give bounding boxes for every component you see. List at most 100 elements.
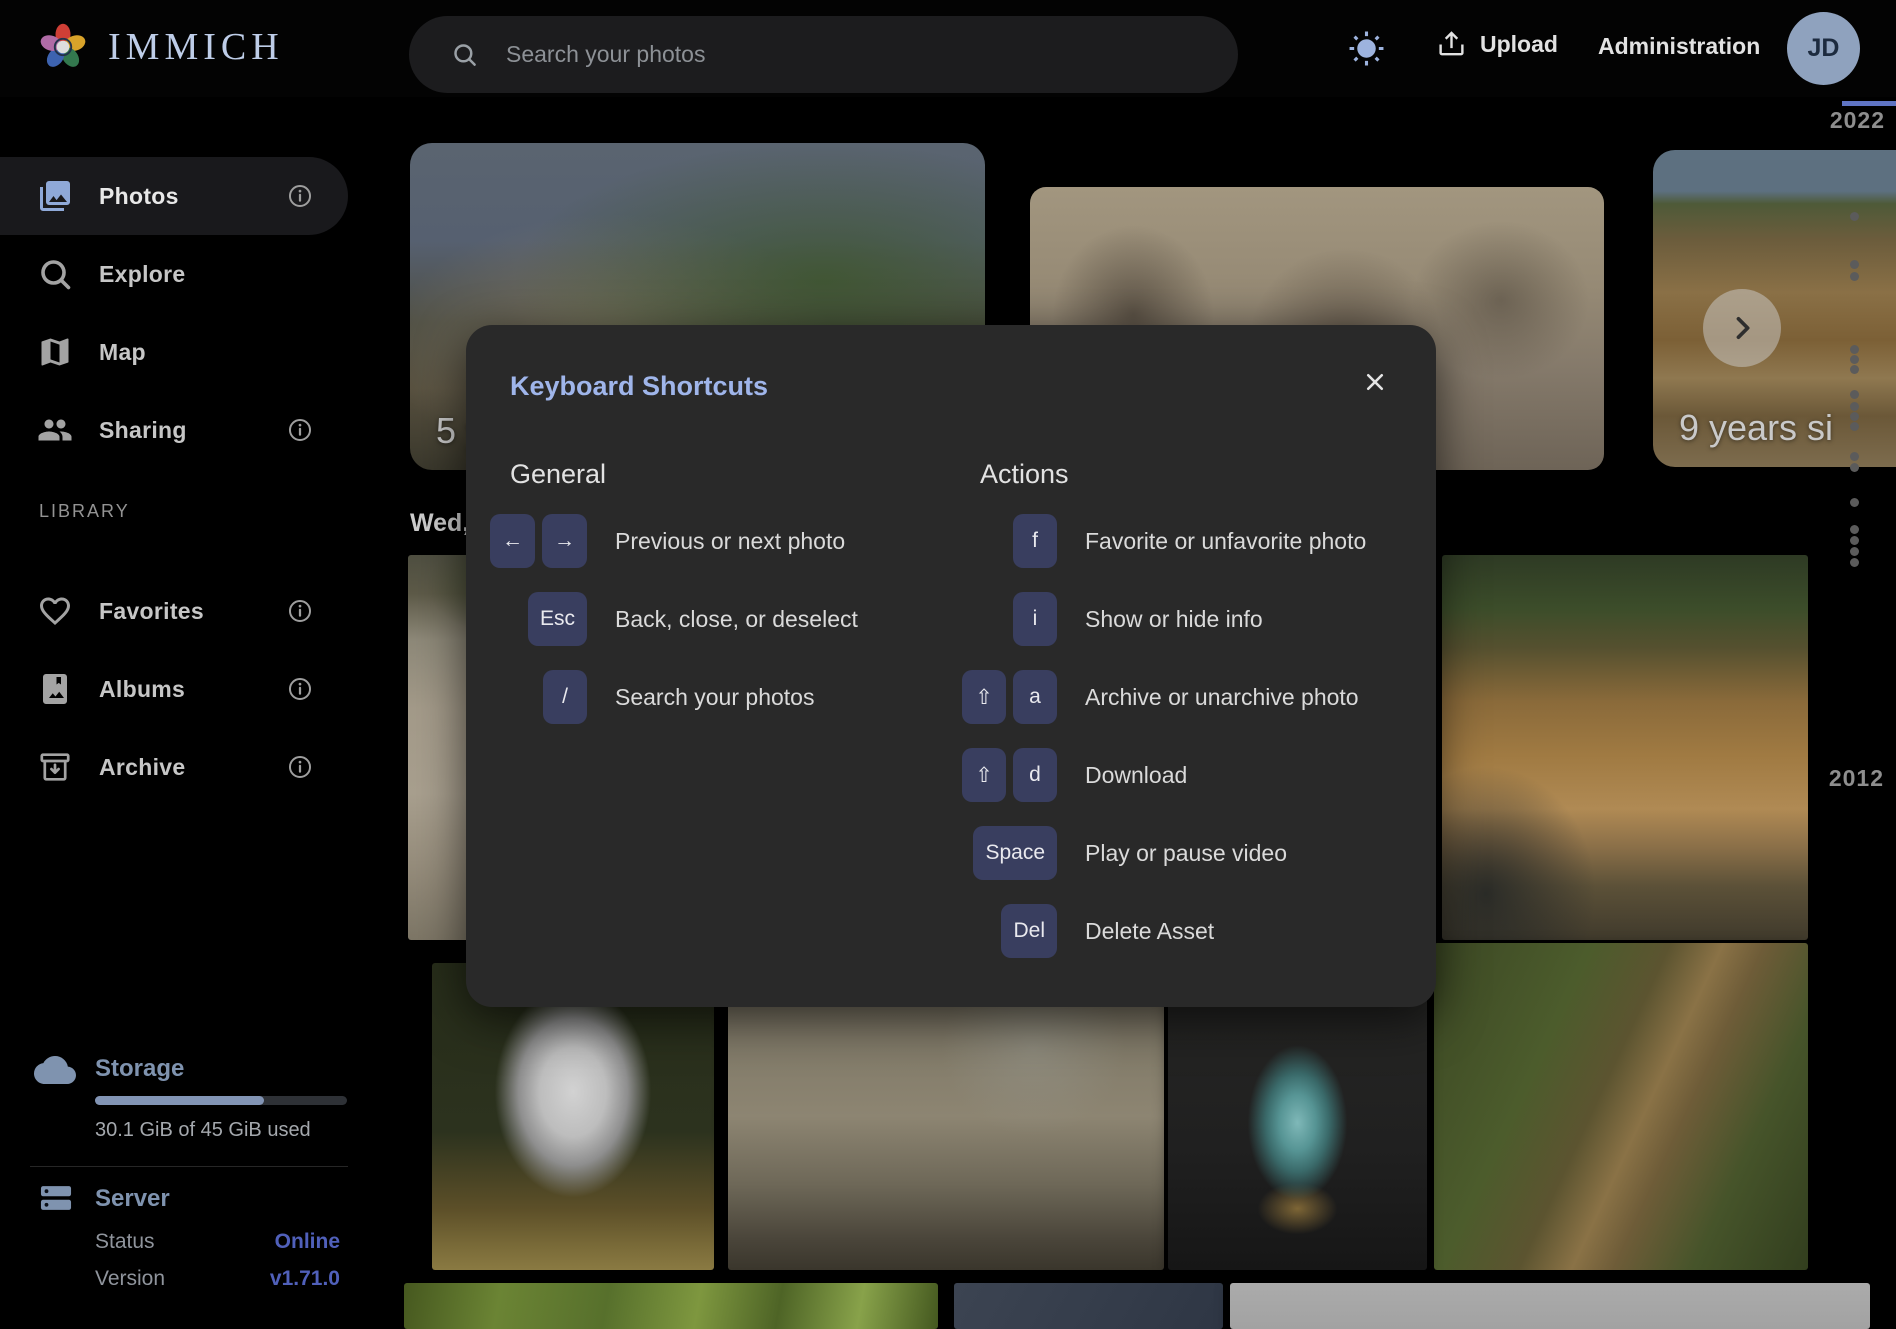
sidebar-item-photos[interactable]: Photos: [0, 157, 348, 235]
sidebar-item-label: Albums: [99, 676, 185, 703]
timeline-dot: [1850, 536, 1859, 545]
keyboard-shortcuts-modal: Keyboard Shortcuts General ← → Previous …: [466, 325, 1436, 1007]
shortcut-label: Download: [1085, 762, 1187, 789]
timeline-year-label[interactable]: 2022: [1830, 107, 1885, 134]
keycap-esc: Esc: [528, 592, 587, 646]
photos-icon: [37, 178, 73, 214]
sidebar-item-sharing[interactable]: Sharing: [0, 391, 348, 469]
info-icon[interactable]: [286, 675, 314, 703]
photo-thumbnail[interactable]: [1230, 1283, 1870, 1329]
close-icon: [1361, 368, 1389, 396]
people-icon: [37, 412, 73, 448]
heart-icon: [37, 593, 73, 629]
keycap-shift: ⇧: [962, 670, 1006, 724]
shortcut-row: ⇧ d Download: [967, 748, 1396, 802]
shortcut-label: Delete Asset: [1085, 918, 1214, 945]
sidebar-divider: [30, 1166, 348, 1167]
sidebar-item-favorites[interactable]: Favorites: [0, 572, 348, 650]
storage-title: Storage: [95, 1055, 184, 1083]
info-icon[interactable]: [286, 416, 314, 444]
album-icon: [37, 671, 73, 707]
photo-thumbnail[interactable]: [404, 1283, 938, 1329]
sidebar-item-archive[interactable]: Archive: [0, 728, 348, 806]
keycap-f: f: [1013, 514, 1057, 568]
timeline-dot: [1850, 547, 1859, 556]
shortcut-row: Esc Back, close, or deselect: [497, 592, 967, 646]
sun-icon: [1348, 30, 1385, 67]
upload-label: Upload: [1480, 31, 1558, 58]
shortcut-label: Favorite or unfavorite photo: [1085, 528, 1366, 555]
keycap-i: i: [1013, 592, 1057, 646]
upload-icon: [1437, 30, 1466, 59]
info-icon[interactable]: [286, 182, 314, 210]
timeline-scrubber-handle[interactable]: [1842, 101, 1896, 106]
shortcut-row: Del Delete Asset: [967, 904, 1396, 958]
server-title: Server: [95, 1185, 170, 1213]
user-avatar[interactable]: JD: [1787, 12, 1860, 85]
shortcut-row: Space Play or pause video: [967, 826, 1396, 880]
photo-thumbnail[interactable]: [1442, 555, 1808, 940]
sidebar-item-label: Favorites: [99, 598, 204, 625]
date-group-header: Wed,: [410, 509, 469, 538]
close-button[interactable]: [1355, 362, 1395, 402]
map-icon: [37, 334, 73, 370]
top-bar: IMMICH Upload Administration JD: [0, 0, 1896, 97]
keycap-shift: ⇧: [962, 748, 1006, 802]
keycap-space: Space: [973, 826, 1057, 880]
photo-thumbnail[interactable]: [1434, 943, 1808, 1270]
timeline-year-label[interactable]: 2012: [1829, 765, 1884, 792]
sidebar-item-label: Archive: [99, 754, 185, 781]
sidebar-item-map[interactable]: Map: [0, 313, 348, 391]
immich-flower-icon: [34, 18, 92, 76]
shortcut-label: Search your photos: [615, 684, 814, 711]
keycap-right-arrow: →: [542, 514, 587, 568]
timeline-dot: [1850, 498, 1859, 507]
keycap-d: d: [1013, 748, 1057, 802]
shortcut-row: i Show or hide info: [967, 592, 1396, 646]
shortcut-label: Back, close, or deselect: [615, 606, 858, 633]
server-status-label: Status: [95, 1230, 155, 1254]
sidebar-item-label: Photos: [99, 183, 179, 210]
photo-thumbnail[interactable]: [432, 963, 714, 1270]
memory-next-button[interactable]: [1703, 289, 1781, 367]
server-version-value: v1.71.0: [270, 1267, 340, 1291]
search-icon: [37, 256, 73, 292]
shortcut-row: ⇧ a Archive or unarchive photo: [967, 670, 1396, 724]
shortcut-label: Archive or unarchive photo: [1085, 684, 1359, 711]
section-title: Actions: [980, 459, 1396, 490]
search-icon: [451, 41, 478, 68]
keycap-a: a: [1013, 670, 1057, 724]
photo-thumbnail[interactable]: [1168, 963, 1427, 1270]
search-bar[interactable]: [409, 16, 1238, 93]
keycap-left-arrow: ←: [490, 514, 535, 568]
timeline-dot: [1850, 558, 1859, 567]
info-icon[interactable]: [286, 753, 314, 781]
sidebar-item-explore[interactable]: Explore: [0, 235, 348, 313]
server-icon: [37, 1179, 75, 1217]
storage-used-text: 30.1 GiB of 45 GiB used: [95, 1119, 311, 1142]
sidebar-item-albums[interactable]: Albums: [0, 650, 348, 728]
server-status-value: Online: [275, 1230, 340, 1254]
shortcuts-section-actions: Actions f Favorite or unfavorite photo i…: [967, 443, 1396, 982]
info-icon[interactable]: [286, 597, 314, 625]
shortcut-label: Show or hide info: [1085, 606, 1263, 633]
app-logo[interactable]: IMMICH: [34, 18, 284, 76]
sidebar: Photos Explore Map Sharing: [0, 97, 348, 1329]
memory-card-title: 9 years si: [1679, 407, 1833, 449]
shortcut-label: Play or pause video: [1085, 840, 1287, 867]
theme-toggle-button[interactable]: [1348, 30, 1385, 67]
photo-thumbnail[interactable]: [954, 1283, 1223, 1329]
photo-thumbnail[interactable]: [728, 963, 1164, 1270]
shortcut-row: f Favorite or unfavorite photo: [967, 514, 1396, 568]
cloud-icon: [34, 1049, 76, 1091]
sidebar-item-label: Sharing: [99, 417, 187, 444]
memory-card[interactable]: 9 years si: [1653, 150, 1896, 467]
app-name: IMMICH: [108, 25, 284, 69]
upload-button[interactable]: Upload: [1437, 30, 1558, 59]
keycap-slash: /: [543, 670, 587, 724]
shortcut-row: ← → Previous or next photo: [497, 514, 967, 568]
sidebar-item-label: Map: [99, 339, 146, 366]
chevron-right-icon: [1725, 311, 1759, 345]
search-input[interactable]: [504, 40, 1128, 69]
administration-link[interactable]: Administration: [1598, 33, 1760, 60]
